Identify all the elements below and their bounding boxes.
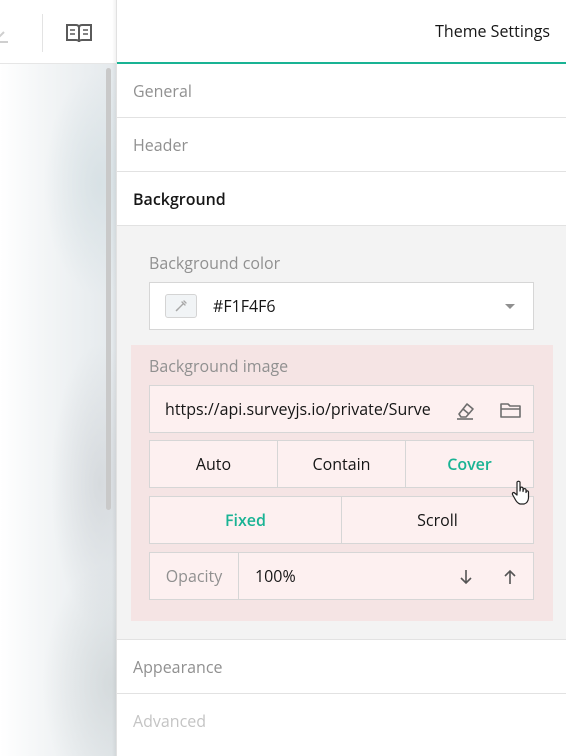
fit-auto-button[interactable]: Auto: [150, 441, 278, 487]
arrow-up-icon[interactable]: [498, 565, 522, 589]
section-advanced[interactable]: Advanced: [117, 694, 566, 748]
attachment-scroll-button[interactable]: Scroll: [342, 497, 533, 543]
arrow-down-icon[interactable]: [454, 565, 478, 589]
section-header[interactable]: Header: [117, 118, 566, 172]
hand-cursor-icon: [511, 480, 531, 506]
panel-title: Theme Settings: [435, 20, 550, 42]
background-color-value: #F1F4F6: [213, 295, 276, 317]
background-image-url-field[interactable]: https://api.surveyjs.io/private/Surve: [149, 385, 534, 433]
designer-toolbar: [0, 0, 116, 64]
background-fit-group: Auto Contain Cover: [149, 440, 534, 488]
download-icon[interactable]: [0, 20, 18, 46]
background-image-label: Background image: [149, 355, 289, 377]
survey-preview-pane: [0, 0, 116, 756]
book-open-icon[interactable]: [66, 22, 92, 44]
pipette-icon: [175, 300, 187, 312]
fit-contain-button[interactable]: Contain: [278, 441, 406, 487]
folder-open-icon[interactable]: [499, 398, 523, 422]
opacity-field[interactable]: Opacity 100%: [149, 552, 534, 600]
background-section-body: Background color #F1F4F6 Background imag…: [117, 226, 566, 640]
preview-scrollbar[interactable]: [106, 68, 111, 510]
section-general[interactable]: General: [117, 64, 566, 118]
panel-header: Theme Settings: [117, 0, 566, 64]
opacity-value: 100%: [255, 565, 296, 587]
background-color-field[interactable]: #F1F4F6: [149, 282, 534, 330]
eraser-icon[interactable]: [453, 398, 477, 422]
section-background[interactable]: Background: [117, 172, 566, 226]
section-appearance[interactable]: Appearance: [117, 640, 566, 694]
preview-canvas: [0, 64, 116, 756]
background-color-label: Background color: [149, 252, 281, 274]
background-image-group: Background image https://api.surveyjs.io…: [131, 345, 553, 621]
attachment-fixed-button[interactable]: Fixed: [150, 497, 342, 543]
opacity-label: Opacity: [150, 553, 239, 599]
background-attachment-group: Fixed Scroll: [149, 496, 534, 544]
background-image-url: https://api.surveyjs.io/private/Surve: [165, 398, 431, 420]
theme-settings-panel: Theme Settings General Header Background…: [116, 0, 566, 756]
toolbar-divider: [42, 14, 43, 52]
chevron-down-icon[interactable]: [505, 304, 515, 309]
color-swatch[interactable]: [165, 294, 197, 318]
